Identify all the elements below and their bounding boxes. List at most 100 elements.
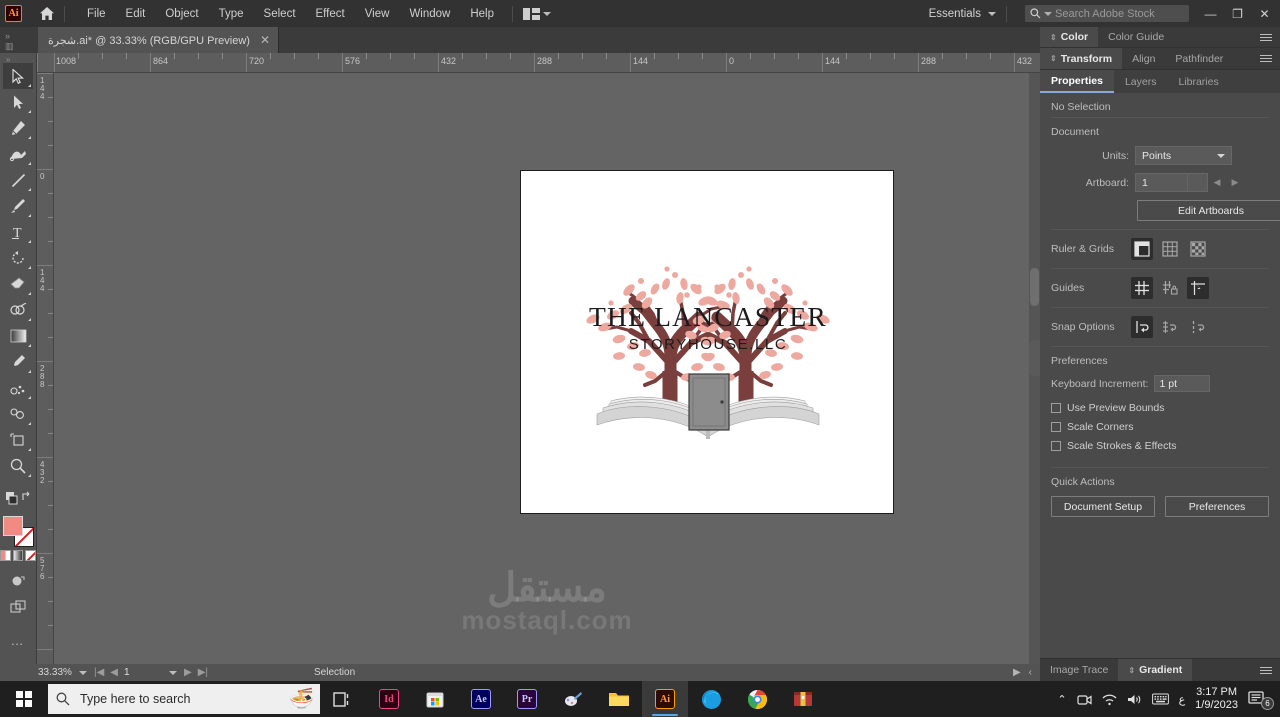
- drawing-mode-icon[interactable]: [3, 568, 33, 594]
- after-effects-icon[interactable]: Ae: [458, 681, 504, 717]
- tab-color[interactable]: ⇕ Color: [1040, 27, 1099, 47]
- status-collapse-icon[interactable]: ‹: [1029, 667, 1032, 678]
- scale-corners-row[interactable]: Scale Corners: [1051, 421, 1269, 433]
- prev-artboard-icon[interactable]: ◀: [110, 667, 118, 678]
- canvas-area[interactable]: THE LANCASTER STORYHOUSE.LLC مستقل mosta…: [54, 73, 1040, 664]
- rotate-tool[interactable]: [3, 245, 33, 271]
- document-setup-button[interactable]: Document Setup: [1051, 496, 1155, 517]
- status-tool-name[interactable]: Selection: [314, 667, 355, 678]
- menu-help[interactable]: Help: [460, 3, 504, 25]
- screen-mode-icon[interactable]: [3, 594, 33, 620]
- touch-keyboard-icon[interactable]: [1151, 693, 1169, 705]
- snap-to-point-icon[interactable]: [1131, 316, 1153, 338]
- artboard[interactable]: THE LANCASTER STORYHOUSE.LLC: [520, 170, 894, 514]
- fill-stroke-swatches[interactable]: [1, 516, 35, 548]
- microsoft-store-icon[interactable]: [412, 681, 458, 717]
- artboard-number[interactable]: 1: [124, 667, 166, 678]
- paint-icon[interactable]: [550, 681, 596, 717]
- menu-object[interactable]: Object: [155, 3, 208, 25]
- menu-edit[interactable]: Edit: [116, 3, 156, 25]
- color-swatch-icon[interactable]: [0, 550, 11, 561]
- document-tab-close-icon[interactable]: ✕: [260, 33, 270, 47]
- none-swatch-icon[interactable]: [25, 550, 37, 561]
- show-rulers-icon[interactable]: [1131, 238, 1153, 260]
- wifi-icon[interactable]: [1102, 693, 1117, 706]
- menu-effect[interactable]: Effect: [306, 3, 355, 25]
- zoom-dropdown-icon[interactable]: [76, 670, 90, 675]
- artboard-tool[interactable]: [3, 427, 33, 453]
- selection-tool[interactable]: [3, 63, 33, 89]
- adobe-stock-search[interactable]: Search Adobe Stock: [1025, 5, 1189, 22]
- gradient-tool[interactable]: [3, 323, 33, 349]
- vertical-ruler[interactable]: 144 0 144 288 432 576: [37, 73, 54, 664]
- scale-strokes-effects-checkbox[interactable]: [1051, 441, 1061, 451]
- artboard-select[interactable]: 1: [1135, 173, 1188, 192]
- show-guides-icon[interactable]: [1131, 277, 1153, 299]
- workspace-switcher[interactable]: Essentials: [919, 8, 981, 20]
- home-icon[interactable]: [36, 6, 58, 21]
- show-hidden-icons-chevron-up-icon[interactable]: ⌃: [1057, 693, 1066, 706]
- horizontal-ruler[interactable]: 1008 864 720 576 432 288 144 0 144 288 4…: [37, 53, 1040, 73]
- file-explorer-icon[interactable]: [596, 681, 642, 717]
- tab-color-guide[interactable]: Color Guide: [1098, 27, 1174, 47]
- edit-artboards-button[interactable]: Edit Artboards: [1137, 200, 1280, 221]
- symbol-sprayer-tool[interactable]: [3, 375, 33, 401]
- arrange-documents-icon[interactable]: [519, 7, 555, 20]
- google-chrome-icon[interactable]: [734, 681, 780, 717]
- fill-swatch[interactable]: [3, 516, 23, 536]
- lock-guides-icon[interactable]: [1159, 277, 1181, 299]
- use-preview-bounds-checkbox[interactable]: [1051, 403, 1061, 413]
- snap-to-grid-icon[interactable]: [1159, 316, 1181, 338]
- use-preview-bounds-row[interactable]: Use Preview Bounds: [1051, 402, 1269, 414]
- workspace-chevron-down-icon[interactable]: [988, 11, 996, 16]
- winrar-icon[interactable]: [780, 681, 826, 717]
- line-segment-tool[interactable]: [3, 167, 33, 193]
- shape-builder-tool[interactable]: [3, 297, 33, 323]
- bottom-dock-menu-icon[interactable]: [1252, 659, 1280, 681]
- tab-gradient[interactable]: ⇕ Gradient: [1118, 659, 1193, 681]
- artboard-dropdown-icon[interactable]: [166, 670, 180, 675]
- document-tab[interactable]: شجرة.ai* @ 33.33% (RGB/GPU Preview) ✕: [38, 27, 279, 53]
- tab-pathfinder[interactable]: Pathfinder: [1165, 48, 1233, 69]
- type-tool[interactable]: T: [3, 219, 33, 245]
- eraser-tool[interactable]: [3, 271, 33, 297]
- menu-view[interactable]: View: [355, 3, 400, 25]
- next-artboard-button[interactable]: ▶: [1226, 173, 1244, 192]
- status-play-icon[interactable]: ▶: [1013, 667, 1021, 678]
- preferences-button[interactable]: Preferences: [1165, 496, 1269, 517]
- meet-now-camera-icon[interactable]: [1076, 693, 1092, 706]
- action-center-icon[interactable]: 6: [1248, 690, 1274, 710]
- zoom-tool[interactable]: [3, 453, 33, 479]
- scale-corners-checkbox[interactable]: [1051, 422, 1061, 432]
- clock[interactable]: 3:17 PM 1/9/2023: [1195, 686, 1238, 712]
- language-indicator[interactable]: ع: [1179, 693, 1186, 706]
- show-transparency-grid-icon[interactable]: [1187, 238, 1209, 260]
- prev-artboard-button[interactable]: ◀: [1208, 173, 1226, 192]
- menu-select[interactable]: Select: [254, 3, 306, 25]
- gradient-swatch-icon[interactable]: [12, 550, 24, 561]
- microsoft-edge-icon[interactable]: [688, 681, 734, 717]
- tab-libraries[interactable]: Libraries: [1167, 70, 1229, 93]
- swap-fill-stroke-icon[interactable]: [3, 486, 33, 512]
- illustrator-icon[interactable]: Ai: [642, 681, 688, 717]
- last-artboard-icon[interactable]: ▶|: [198, 667, 208, 678]
- tab-align[interactable]: Align: [1122, 48, 1165, 69]
- soup-bowl-icon[interactable]: 🍜: [289, 686, 314, 711]
- free-transform-tool[interactable]: [3, 401, 33, 427]
- restore-button[interactable]: ❐: [1224, 1, 1251, 27]
- close-button[interactable]: ✕: [1251, 1, 1278, 27]
- units-select[interactable]: Points: [1135, 146, 1232, 165]
- start-button[interactable]: [0, 681, 48, 717]
- tab-transform[interactable]: ⇕ Transform: [1040, 48, 1123, 69]
- direct-selection-tool[interactable]: [3, 89, 33, 115]
- next-artboard-icon[interactable]: ▶: [184, 667, 192, 678]
- menu-window[interactable]: Window: [399, 3, 460, 25]
- right-dock-handle[interactable]: [1029, 340, 1040, 376]
- tabbar-dock-handle[interactable]: » ▥: [5, 31, 13, 52]
- first-artboard-icon[interactable]: |◀: [94, 667, 104, 678]
- show-grid-icon[interactable]: [1159, 238, 1181, 260]
- smart-guides-icon[interactable]: [1187, 277, 1209, 299]
- task-view-icon[interactable]: [320, 681, 366, 717]
- scale-strokes-effects-row[interactable]: Scale Strokes & Effects: [1051, 440, 1269, 452]
- snap-to-pixel-icon[interactable]: [1187, 316, 1209, 338]
